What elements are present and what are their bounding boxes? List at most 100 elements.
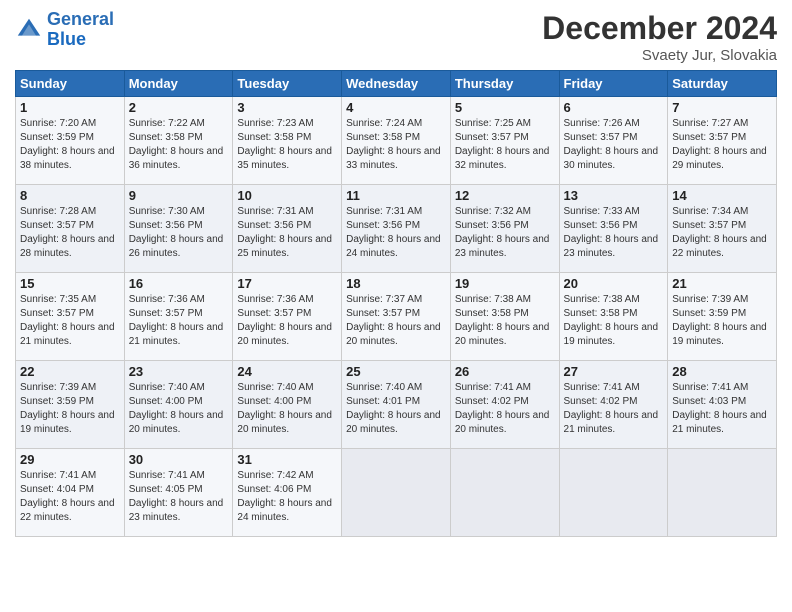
cell-info: Sunrise: 7:37 AM Sunset: 3:57 PM Dayligh… (346, 293, 446, 349)
day-number: 8 (20, 188, 120, 203)
calendar-cell: 3 Sunrise: 7:23 AM Sunset: 3:58 PM Daylig… (233, 97, 342, 185)
cell-info: Sunrise: 7:40 AM Sunset: 4:00 PM Dayligh… (129, 381, 229, 437)
logo: General Blue (15, 10, 114, 50)
cell-info: Sunrise: 7:26 AM Sunset: 3:57 PM Dayligh… (564, 117, 664, 173)
logo-icon (15, 16, 43, 44)
day-number: 26 (455, 364, 555, 379)
day-number: 1 (20, 100, 120, 115)
cell-info: Sunrise: 7:34 AM Sunset: 3:57 PM Dayligh… (672, 205, 772, 261)
calendar-cell: 5 Sunrise: 7:25 AM Sunset: 3:57 PM Daylig… (450, 97, 559, 185)
cell-info: Sunrise: 7:41 AM Sunset: 4:02 PM Dayligh… (564, 381, 664, 437)
weekday-header-friday: Friday (559, 71, 668, 97)
day-number: 3 (237, 100, 337, 115)
day-number: 2 (129, 100, 229, 115)
weekday-header-wednesday: Wednesday (342, 71, 451, 97)
cell-info: Sunrise: 7:22 AM Sunset: 3:58 PM Dayligh… (129, 117, 229, 173)
cell-info: Sunrise: 7:38 AM Sunset: 3:58 PM Dayligh… (455, 293, 555, 349)
cell-info: Sunrise: 7:25 AM Sunset: 3:57 PM Dayligh… (455, 117, 555, 173)
day-number: 31 (237, 452, 337, 467)
day-number: 18 (346, 276, 446, 291)
day-number: 7 (672, 100, 772, 115)
day-number: 15 (20, 276, 120, 291)
calendar-cell: 13 Sunrise: 7:33 AM Sunset: 3:56 PM Dayli… (559, 185, 668, 273)
weekday-header-saturday: Saturday (668, 71, 777, 97)
day-number: 27 (564, 364, 664, 379)
calendar-cell: 27 Sunrise: 7:41 AM Sunset: 4:02 PM Dayli… (559, 361, 668, 449)
day-number: 11 (346, 188, 446, 203)
calendar-cell: 11 Sunrise: 7:31 AM Sunset: 3:56 PM Dayli… (342, 185, 451, 273)
cell-info: Sunrise: 7:38 AM Sunset: 3:58 PM Dayligh… (564, 293, 664, 349)
day-number: 12 (455, 188, 555, 203)
calendar-cell: 25 Sunrise: 7:40 AM Sunset: 4:01 PM Dayli… (342, 361, 451, 449)
calendar-cell: 24 Sunrise: 7:40 AM Sunset: 4:00 PM Dayli… (233, 361, 342, 449)
day-number: 30 (129, 452, 229, 467)
calendar-cell (559, 449, 668, 537)
cell-info: Sunrise: 7:40 AM Sunset: 4:01 PM Dayligh… (346, 381, 446, 437)
day-number: 6 (564, 100, 664, 115)
cell-info: Sunrise: 7:42 AM Sunset: 4:06 PM Dayligh… (237, 469, 337, 525)
day-number: 19 (455, 276, 555, 291)
calendar-cell: 1Sunrise: 7:20 AM Sunset: 3:59 PM Daylig… (16, 97, 125, 185)
calendar-cell: 21Sunrise: 7:39 AM Sunset: 3:59 PM Dayli… (668, 273, 777, 361)
day-number: 23 (129, 364, 229, 379)
cell-info: Sunrise: 7:36 AM Sunset: 3:57 PM Dayligh… (237, 293, 337, 349)
cell-info: Sunrise: 7:24 AM Sunset: 3:58 PM Dayligh… (346, 117, 446, 173)
cell-info: Sunrise: 7:30 AM Sunset: 3:56 PM Dayligh… (129, 205, 229, 261)
cell-info: Sunrise: 7:28 AM Sunset: 3:57 PM Dayligh… (20, 205, 120, 261)
cell-info: Sunrise: 7:36 AM Sunset: 3:57 PM Dayligh… (129, 293, 229, 349)
weekday-header-monday: Monday (124, 71, 233, 97)
cell-info: Sunrise: 7:31 AM Sunset: 3:56 PM Dayligh… (237, 205, 337, 261)
calendar-cell: 4 Sunrise: 7:24 AM Sunset: 3:58 PM Daylig… (342, 97, 451, 185)
day-number: 25 (346, 364, 446, 379)
calendar-cell: 12 Sunrise: 7:32 AM Sunset: 3:56 PM Dayli… (450, 185, 559, 273)
cell-info: Sunrise: 7:41 AM Sunset: 4:03 PM Dayligh… (672, 381, 772, 437)
calendar-cell: 17 Sunrise: 7:36 AM Sunset: 3:57 PM Dayli… (233, 273, 342, 361)
cell-info: Sunrise: 7:33 AM Sunset: 3:56 PM Dayligh… (564, 205, 664, 261)
cell-info: Sunrise: 7:39 AM Sunset: 3:59 PM Dayligh… (672, 293, 772, 349)
weekday-header-sunday: Sunday (16, 71, 125, 97)
cell-info: Sunrise: 7:41 AM Sunset: 4:02 PM Dayligh… (455, 381, 555, 437)
calendar-cell (668, 449, 777, 537)
day-number: 24 (237, 364, 337, 379)
day-number: 16 (129, 276, 229, 291)
day-number: 22 (20, 364, 120, 379)
title-block: December 2024 Svaety Jur, Slovakia (542, 10, 777, 64)
calendar-cell: 14 Sunrise: 7:34 AM Sunset: 3:57 PM Dayli… (668, 185, 777, 273)
calendar-cell: 6 Sunrise: 7:26 AM Sunset: 3:57 PM Daylig… (559, 97, 668, 185)
calendar-cell: 10 Sunrise: 7:31 AM Sunset: 3:56 PM Dayli… (233, 185, 342, 273)
calendar-cell: 15 Sunrise: 7:35 AM Sunset: 3:57 PM Dayli… (16, 273, 125, 361)
month-title: December 2024 (542, 10, 777, 47)
calendar-cell (342, 449, 451, 537)
day-number: 5 (455, 100, 555, 115)
header: General Blue December 2024 Svaety Jur, S… (15, 10, 777, 64)
cell-info: Sunrise: 7:23 AM Sunset: 3:58 PM Dayligh… (237, 117, 337, 173)
calendar-cell: 26 Sunrise: 7:41 AM Sunset: 4:02 PM Dayli… (450, 361, 559, 449)
location: Svaety Jur, Slovakia (542, 47, 777, 64)
calendar-cell: 16 Sunrise: 7:36 AM Sunset: 3:57 PM Dayli… (124, 273, 233, 361)
weekday-header-tuesday: Tuesday (233, 71, 342, 97)
calendar-cell: 2 Sunrise: 7:22 AM Sunset: 3:58 PM Daylig… (124, 97, 233, 185)
calendar-cell: 9 Sunrise: 7:30 AM Sunset: 3:56 PM Daylig… (124, 185, 233, 273)
day-number: 14 (672, 188, 772, 203)
weekday-header-thursday: Thursday (450, 71, 559, 97)
day-number: 9 (129, 188, 229, 203)
calendar-cell: 22Sunrise: 7:39 AM Sunset: 3:59 PM Dayli… (16, 361, 125, 449)
calendar-cell: 7 Sunrise: 7:27 AM Sunset: 3:57 PM Daylig… (668, 97, 777, 185)
calendar-cell: 31 Sunrise: 7:42 AM Sunset: 4:06 PM Dayli… (233, 449, 342, 537)
calendar-cell: 19 Sunrise: 7:38 AM Sunset: 3:58 PM Dayli… (450, 273, 559, 361)
day-number: 17 (237, 276, 337, 291)
day-number: 20 (564, 276, 664, 291)
day-number: 10 (237, 188, 337, 203)
cell-info: Sunrise: 7:27 AM Sunset: 3:57 PM Dayligh… (672, 117, 772, 173)
calendar-cell: 30Sunrise: 7:41 AM Sunset: 4:05 PM Dayli… (124, 449, 233, 537)
day-number: 13 (564, 188, 664, 203)
calendar-cell: 28 Sunrise: 7:41 AM Sunset: 4:03 PM Dayli… (668, 361, 777, 449)
cell-info: Sunrise: 7:31 AM Sunset: 3:56 PM Dayligh… (346, 205, 446, 261)
cell-info: Sunrise: 7:32 AM Sunset: 3:56 PM Dayligh… (455, 205, 555, 261)
day-number: 4 (346, 100, 446, 115)
calendar-cell: 23 Sunrise: 7:40 AM Sunset: 4:00 PM Dayli… (124, 361, 233, 449)
cell-info: Sunrise: 7:40 AM Sunset: 4:00 PM Dayligh… (237, 381, 337, 437)
day-number: 28 (672, 364, 772, 379)
cell-info: Sunrise: 7:35 AM Sunset: 3:57 PM Dayligh… (20, 293, 120, 349)
cell-info: Sunrise: 7:41 AM Sunset: 4:04 PM Dayligh… (20, 469, 120, 525)
